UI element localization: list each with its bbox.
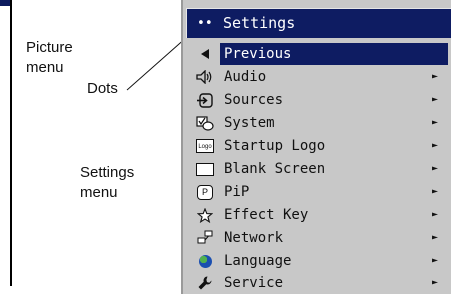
menu-item-service[interactable]: Service ► — [186, 272, 451, 294]
menu-item-label: PiP — [224, 184, 250, 200]
submenu-arrow-icon: ► — [432, 186, 439, 197]
submenu-arrow-icon: ► — [432, 232, 439, 243]
blank-screen-icon — [196, 161, 214, 177]
star-icon — [196, 207, 214, 223]
submenu-arrow-icon: ► — [432, 117, 439, 128]
source-input-icon — [196, 92, 214, 108]
submenu-arrow-icon: ► — [432, 277, 439, 288]
dots-caption: Dots — [87, 80, 118, 97]
menu-title: Settings — [223, 14, 296, 32]
globe-shape — [198, 254, 212, 268]
menu-item-startup-logo[interactable]: Logo Startup Logo ► — [186, 135, 451, 157]
speaker-icon — [196, 69, 214, 85]
pip-icon: P — [196, 184, 214, 200]
menu-item-sources[interactable]: Sources ► — [186, 89, 451, 111]
settings-menu-title-bar: •• Settings — [186, 8, 451, 38]
menu-item-label: Blank Screen — [224, 161, 326, 177]
menu-item-blank-screen[interactable]: Blank Screen ► — [186, 158, 451, 180]
logo-box-icon: Logo — [196, 138, 214, 154]
submenu-arrow-icon: ► — [432, 94, 439, 105]
settings-menu: •• Settings Previous Audio ► Sources ► S… — [181, 0, 451, 294]
submenu-arrow-icon: ► — [432, 140, 439, 151]
settings-menu-caption: Settings menu — [80, 164, 135, 201]
logo-box-text: Logo — [196, 139, 214, 153]
left-triangle-icon — [196, 46, 214, 62]
submenu-arrow-icon: ► — [432, 255, 439, 266]
menu-item-label: Effect Key — [224, 207, 309, 223]
menu-item-pip[interactable]: P PiP ► — [186, 181, 451, 203]
pip-box-letter: P — [197, 184, 213, 200]
menu-item-label: Service — [224, 275, 284, 291]
picture-menu-body — [0, 6, 10, 286]
globe-icon — [196, 253, 214, 269]
menu-item-label: Previous — [224, 46, 292, 62]
blank-box — [196, 162, 214, 176]
menu-item-label: System — [224, 115, 275, 131]
picture-menu-caption: Picture menu — [26, 39, 73, 76]
picture-menu-edge — [0, 0, 12, 286]
menu-item-label: Sources — [224, 92, 284, 108]
menu-item-label: Network — [224, 230, 284, 246]
menu-item-audio[interactable]: Audio ► — [186, 66, 451, 88]
menu-item-effect-key[interactable]: Effect Key ► — [186, 204, 451, 226]
menu-item-system[interactable]: System ► — [186, 112, 451, 134]
menu-item-previous[interactable]: Previous — [186, 43, 451, 65]
submenu-arrow-icon: ► — [432, 71, 439, 82]
menu-item-label: Language — [224, 253, 292, 269]
menu-item-language[interactable]: Language ► — [186, 250, 451, 272]
submenu-arrow-icon: ► — [432, 209, 439, 220]
menu-item-label: Audio — [224, 69, 267, 85]
menu-item-label: Startup Logo — [224, 138, 326, 154]
network-icon — [196, 230, 214, 246]
menu-item-network[interactable]: Network ► — [186, 227, 451, 249]
menu-dots: •• — [197, 16, 213, 31]
submenu-arrow-icon: ► — [432, 163, 439, 174]
wrench-icon — [196, 275, 214, 291]
system-icon — [196, 115, 214, 131]
